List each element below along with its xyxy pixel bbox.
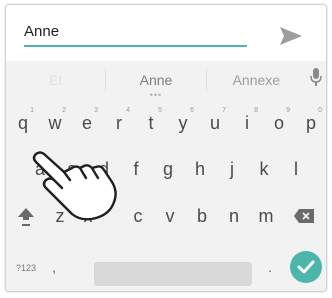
key-k[interactable]: k	[250, 150, 278, 188]
key-b[interactable]: b	[188, 197, 216, 235]
message-input[interactable]	[24, 21, 247, 47]
key-q[interactable]: q1	[9, 104, 37, 142]
key-z[interactable]: z	[46, 197, 74, 235]
suggestion-center-label: Anne	[139, 71, 173, 88]
key-n[interactable]: n	[220, 197, 248, 235]
device-screen: Et Anne ••• Annexe q1 w2 e3 r4 t5	[5, 4, 327, 292]
key-row-2: a s d f g h j k l	[6, 150, 326, 190]
key-d[interactable]: d	[90, 150, 118, 188]
compose-bar	[6, 5, 326, 61]
mic-key[interactable]	[306, 68, 326, 91]
key-row-3: z x c v b n m	[6, 197, 326, 237]
shift-icon	[18, 208, 34, 226]
key-c[interactable]: c	[124, 197, 152, 235]
key-p[interactable]: p0	[297, 104, 325, 142]
key-a[interactable]: a	[26, 150, 54, 188]
send-button[interactable]	[274, 23, 308, 49]
key-t[interactable]: t5	[137, 104, 165, 142]
enter-key[interactable]	[290, 251, 322, 283]
key-i[interactable]: i8	[233, 104, 261, 142]
key-u[interactable]: u7	[201, 104, 229, 142]
space-bar[interactable]	[94, 262, 252, 286]
key-e[interactable]: e3	[73, 104, 101, 142]
shift-key[interactable]	[12, 197, 40, 235]
key-j[interactable]: j	[218, 150, 246, 188]
period-key[interactable]: .	[256, 249, 284, 287]
key-h[interactable]: h	[186, 150, 214, 188]
backspace-icon	[294, 209, 314, 223]
comma-key[interactable]: ,	[40, 249, 68, 287]
suggestion-center[interactable]: Anne •••	[106, 71, 205, 100]
key-l[interactable]: l	[282, 150, 310, 188]
send-icon	[280, 27, 302, 45]
key-row-1: q1 w2 e3 r4 t5 y6 u7 i8 o9 p0	[6, 104, 326, 144]
backspace-key[interactable]	[290, 197, 318, 235]
key-v[interactable]: v	[156, 197, 184, 235]
key-s[interactable]: s	[58, 150, 86, 188]
key-o[interactable]: o9	[265, 104, 293, 142]
on-screen-keyboard: Et Anne ••• Annexe q1 w2 e3 r4 t5 y 6 u …	[6, 61, 326, 291]
suggestion-right[interactable]: Annexe	[207, 72, 306, 88]
symbols-key[interactable]: ?123	[12, 249, 40, 287]
key-y[interactable]: y6	[169, 104, 197, 142]
key-w[interactable]: w2	[41, 104, 69, 142]
key-r[interactable]: r4	[105, 104, 133, 142]
check-icon	[297, 260, 315, 274]
key-x[interactable]: x	[74, 197, 102, 235]
key-g[interactable]: g	[154, 150, 182, 188]
suggestion-left[interactable]: Et	[6, 72, 105, 88]
microphone-icon	[310, 68, 322, 86]
suggestion-strip: Et Anne ••• Annexe	[6, 61, 326, 100]
key-f[interactable]: f	[122, 150, 150, 188]
key-m[interactable]: m	[252, 197, 280, 235]
more-suggestions-icon: •••	[149, 89, 163, 100]
